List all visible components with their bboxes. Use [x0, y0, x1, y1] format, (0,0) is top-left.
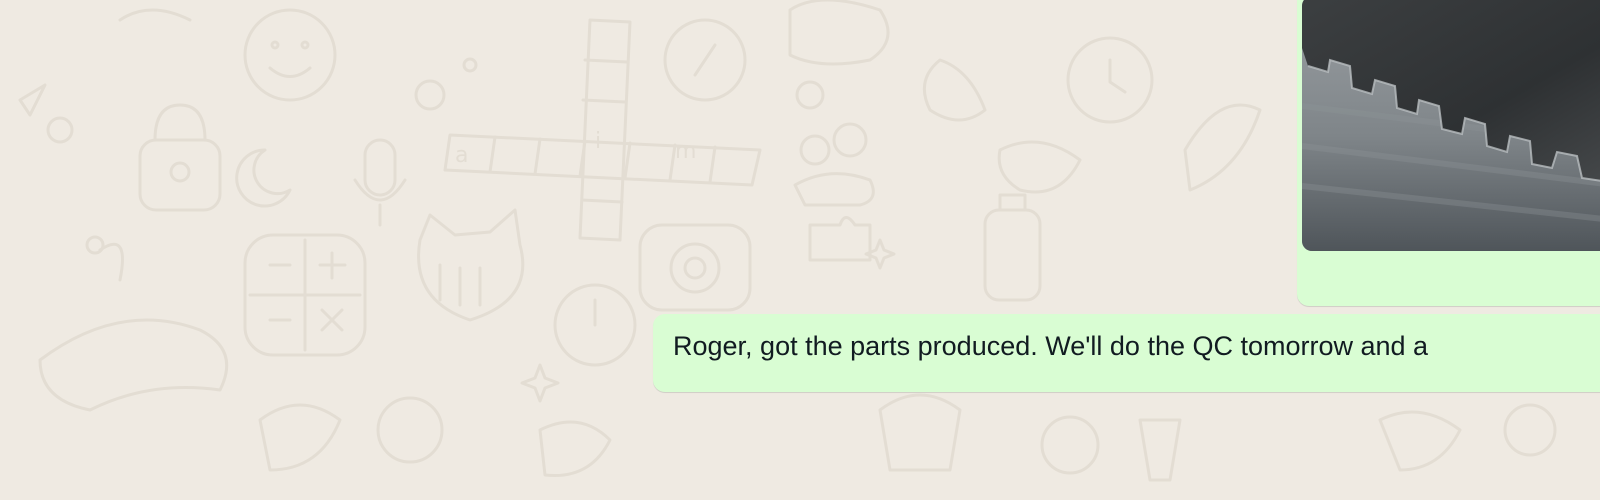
outgoing-text-message[interactable]: Roger, got the parts produced. We'll do …	[653, 314, 1600, 392]
outgoing-image-message[interactable]	[1297, 0, 1600, 306]
svg-text:a: a	[455, 143, 468, 168]
message-text: Roger, got the parts produced. We'll do …	[673, 331, 1429, 361]
metal-part-image	[1302, 0, 1600, 251]
svg-text:i: i	[595, 129, 601, 154]
svg-text:m: m	[675, 139, 696, 164]
attached-photo[interactable]	[1302, 0, 1600, 251]
